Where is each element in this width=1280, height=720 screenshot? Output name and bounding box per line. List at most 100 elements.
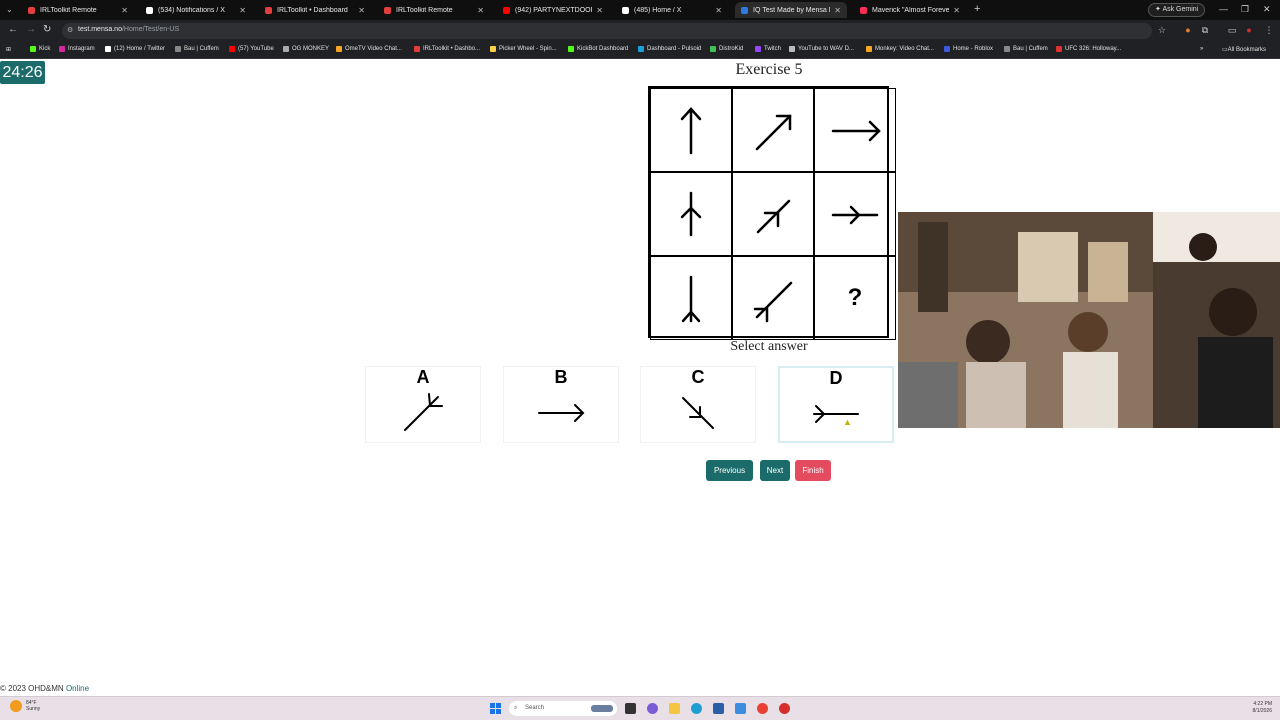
minimize-icon[interactable]: — <box>1219 4 1228 14</box>
arrow-up-mid-head-icon <box>680 191 702 237</box>
bookmark-item[interactable]: YouTube to WAV D... <box>789 46 854 52</box>
close-icon[interactable]: ✕ <box>477 6 484 15</box>
close-icon[interactable]: ✕ <box>834 6 841 15</box>
clock-date: 8/1/2026 <box>1252 708 1272 714</box>
bookmark-item[interactable]: Bau | Cuffem <box>175 46 219 52</box>
matrix-cell <box>732 256 814 340</box>
cast-icon[interactable]: ▭ <box>1227 25 1237 35</box>
close-icon[interactable]: ✕ <box>596 6 603 15</box>
bookmark-item[interactable]: (12) Home / Twitter <box>105 46 165 52</box>
sun-icon <box>10 700 22 712</box>
bookmark-favicon-icon <box>336 46 342 52</box>
site-info-icon[interactable]: ⚙ <box>67 26 73 34</box>
file-explorer-icon[interactable] <box>669 703 680 714</box>
answer-option-c[interactable]: C <box>640 366 756 443</box>
mail-icon[interactable] <box>735 703 746 714</box>
matrix-cell <box>650 172 732 256</box>
copilot-icon[interactable] <box>647 703 658 714</box>
bookmark-item[interactable]: OG MONKEY <box>283 46 329 52</box>
taskbar-search[interactable]: ⌕ Search <box>509 701 617 716</box>
answer-b-figure-icon <box>538 404 585 422</box>
tab-irltoolkit-remote-2[interactable]: IRLToolkit Remote ✕ <box>378 2 490 18</box>
answer-letter: D <box>829 368 843 388</box>
matrix-cell <box>732 172 814 256</box>
task-view-icon[interactable] <box>625 703 636 714</box>
ask-gemini-button[interactable]: ✦ Ask Gemini <box>1148 3 1206 17</box>
bookmark-label: KickBot Dashboard <box>577 46 629 52</box>
new-tab-plus-icon[interactable]: + <box>974 3 980 15</box>
bookmark-item[interactable]: Picker Wheel - Spin... <box>490 46 557 52</box>
bookmark-item[interactable]: UFC 326: Holloway... <box>1056 46 1121 52</box>
tab-irltoolkit-dashboard[interactable]: IRLToolkit • Dashboard ✕ <box>259 2 371 18</box>
tab-maverick-ep[interactable]: Maverick "Almost Forever" EP ✕ <box>854 2 966 18</box>
bookmark-item[interactable]: Dashboard - Pulsoid <box>638 46 701 52</box>
extensions-puzzle-icon[interactable]: ⧉ <box>1200 25 1210 35</box>
tab-mensa-iq-test[interactable]: IQ Test Made by Mensa Norwa ✕ <box>735 2 847 18</box>
windows-start-icon[interactable] <box>490 703 501 714</box>
chevron-right-icon[interactable]: » <box>1200 46 1203 52</box>
bookmark-item[interactable]: KickBot Dashboard <box>568 46 628 52</box>
copyright: © 2023 OHD&MN <box>0 684 64 693</box>
edge-icon[interactable] <box>691 703 702 714</box>
matrix-cell <box>814 172 896 256</box>
bookmark-label: Dashboard - Pulsoid <box>647 46 702 52</box>
music-icon <box>860 6 867 14</box>
bookmark-item[interactable]: Monkey: Video Chat... <box>866 46 934 52</box>
tab-strip: ⌄ IRLToolkit Remote ✕ (534) Notification… <box>0 0 1280 20</box>
close-icon[interactable]: ✕ <box>953 6 960 15</box>
bookmark-item[interactable]: Instagram <box>59 46 95 52</box>
kebab-menu-icon[interactable]: ⋮ <box>1264 25 1274 35</box>
all-bookmarks[interactable]: ▭ All Bookmarks <box>1222 46 1266 54</box>
finish-button[interactable]: Finish <box>795 460 831 481</box>
answer-option-b[interactable]: B <box>503 366 619 443</box>
restore-icon[interactable]: ❐ <box>1241 4 1249 15</box>
bookmarks-bar: ⊞ Kick Instagram (12) Home / Twitter Bau… <box>0 42 1280 59</box>
close-icon[interactable]: ✕ <box>358 6 365 15</box>
tab-notifications-x[interactable]: (534) Notifications / X ✕ <box>140 2 252 18</box>
close-icon[interactable]: ✕ <box>121 6 128 15</box>
bookmark-star-icon[interactable]: ☆ <box>1158 25 1166 36</box>
bookmark-item[interactable]: OmeTV Video Chat... <box>336 46 402 52</box>
answer-letter: C <box>691 367 705 387</box>
bookmark-item[interactable]: Bau | Cuffem <box>1004 46 1048 52</box>
answer-option-d[interactable]: D <box>778 366 894 443</box>
tab-irltoolkit-remote-1[interactable]: IRLToolkit Remote ✕ <box>22 2 134 18</box>
back-arrow-icon[interactable]: ← <box>8 24 18 35</box>
bookmark-item[interactable]: DistroKid <box>710 46 743 52</box>
system-clock[interactable]: 4:22 PM 8/1/2026 <box>1238 701 1272 715</box>
extension-icon[interactable]: ● <box>1183 25 1193 35</box>
bookmark-label: IRLToolkit • Dashbo... <box>423 46 481 52</box>
apps-grid-icon[interactable]: ⊞ <box>6 46 11 53</box>
profile-avatar-icon[interactable]: ● <box>1244 25 1254 35</box>
clock-time: 4:22 PM <box>1253 701 1272 707</box>
store-icon[interactable] <box>713 703 724 714</box>
close-window-icon[interactable]: ✕ <box>1263 4 1271 15</box>
next-button[interactable]: Next <box>760 460 790 481</box>
weather-widget[interactable]: 84°F Sunny <box>10 700 40 712</box>
bookmark-item[interactable]: Twitch <box>755 46 781 52</box>
tab-home-x[interactable]: (485) Home / X ✕ <box>616 2 728 18</box>
bookmark-item[interactable]: IRLToolkit • Dashbo... <box>414 46 480 52</box>
chrome-icon[interactable] <box>757 703 768 714</box>
bookmark-favicon-icon <box>789 46 795 52</box>
question-mark: ? <box>847 284 863 311</box>
close-icon[interactable]: ✕ <box>715 6 722 15</box>
answer-d-figure-icon <box>813 405 859 423</box>
line-diagonal-fork-icon <box>753 281 793 323</box>
bookmark-item[interactable]: Home - Roblox <box>944 46 993 52</box>
previous-button[interactable]: Previous <box>706 460 753 481</box>
tab-youtube-partynextdoor[interactable]: (942) PARTYNEXTDOOR - Only ✕ <box>497 2 609 18</box>
reload-icon[interactable]: ↻ <box>43 24 51 35</box>
select-answer-label: Select answer <box>730 339 808 354</box>
bookmark-item[interactable]: Kick <box>30 46 50 52</box>
bookmark-favicon-icon <box>490 46 496 52</box>
url-field[interactable]: ⚙ test.mensa.no/Home/Test/en-US ☆ <box>62 23 1166 39</box>
youtube-icon <box>503 6 510 14</box>
answer-option-a[interactable]: A <box>365 366 481 443</box>
close-icon[interactable]: ✕ <box>239 6 246 15</box>
app-icon[interactable] <box>779 703 790 714</box>
footer-online-link[interactable]: Online <box>66 684 89 693</box>
bookmark-item[interactable]: (57) YouTube <box>229 46 274 52</box>
forward-arrow-icon[interactable]: → <box>26 24 36 35</box>
tab-search-icon[interactable]: ⌄ <box>6 5 16 15</box>
